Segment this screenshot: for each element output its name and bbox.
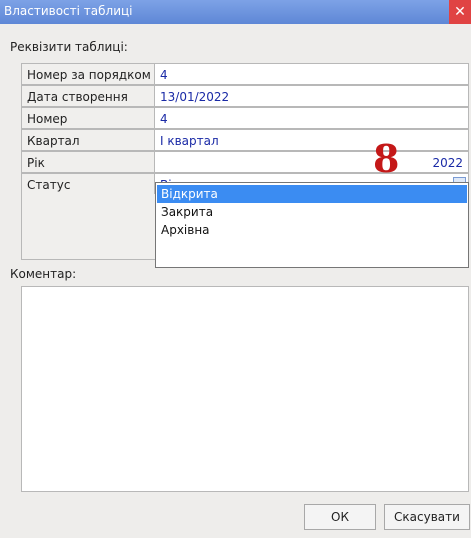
- row-number: Номер 4: [21, 107, 469, 129]
- dropdown-option-archived[interactable]: Архівна: [157, 221, 467, 239]
- comment-label: Коментар:: [10, 267, 77, 281]
- status-label: Статус: [21, 173, 155, 195]
- order-number-label: Номер за порядком: [21, 63, 155, 85]
- quarter-value[interactable]: I квартал: [155, 129, 469, 151]
- annotation-marker-8: 8: [373, 136, 400, 181]
- number-label: Номер: [21, 107, 155, 129]
- details-section-label: Реквізити таблиці:: [10, 40, 128, 54]
- status-dropdown-list: Відкрита Закрита Архівна: [155, 182, 469, 268]
- close-icon: ✕: [454, 4, 466, 20]
- close-button[interactable]: ✕: [449, 0, 471, 24]
- window-title: Властивості таблиці: [4, 4, 133, 18]
- year-value[interactable]: 2022: [155, 151, 469, 173]
- row-order-number: Номер за порядком 4: [21, 63, 469, 85]
- row-year: Рік 2022: [21, 151, 469, 173]
- creation-date-label: Дата створення: [21, 85, 155, 107]
- creation-date-value[interactable]: 13/01/2022: [155, 85, 469, 107]
- year-label: Рік: [21, 151, 155, 173]
- title-bar: Властивості таблиці ✕: [0, 0, 471, 24]
- order-number-value[interactable]: 4: [155, 63, 469, 85]
- cancel-button[interactable]: Скасувати: [384, 504, 470, 530]
- quarter-label: Квартал: [21, 129, 155, 151]
- dropdown-option-open[interactable]: Відкрита: [157, 185, 467, 203]
- ok-button[interactable]: ОК: [304, 504, 376, 530]
- dropdown-option-closed[interactable]: Закрита: [157, 203, 467, 221]
- row-creation-date: Дата створення 13/01/2022: [21, 85, 469, 107]
- number-value[interactable]: 4: [155, 107, 469, 129]
- row-quarter: Квартал I квартал: [21, 129, 469, 151]
- comment-textarea[interactable]: [21, 286, 469, 492]
